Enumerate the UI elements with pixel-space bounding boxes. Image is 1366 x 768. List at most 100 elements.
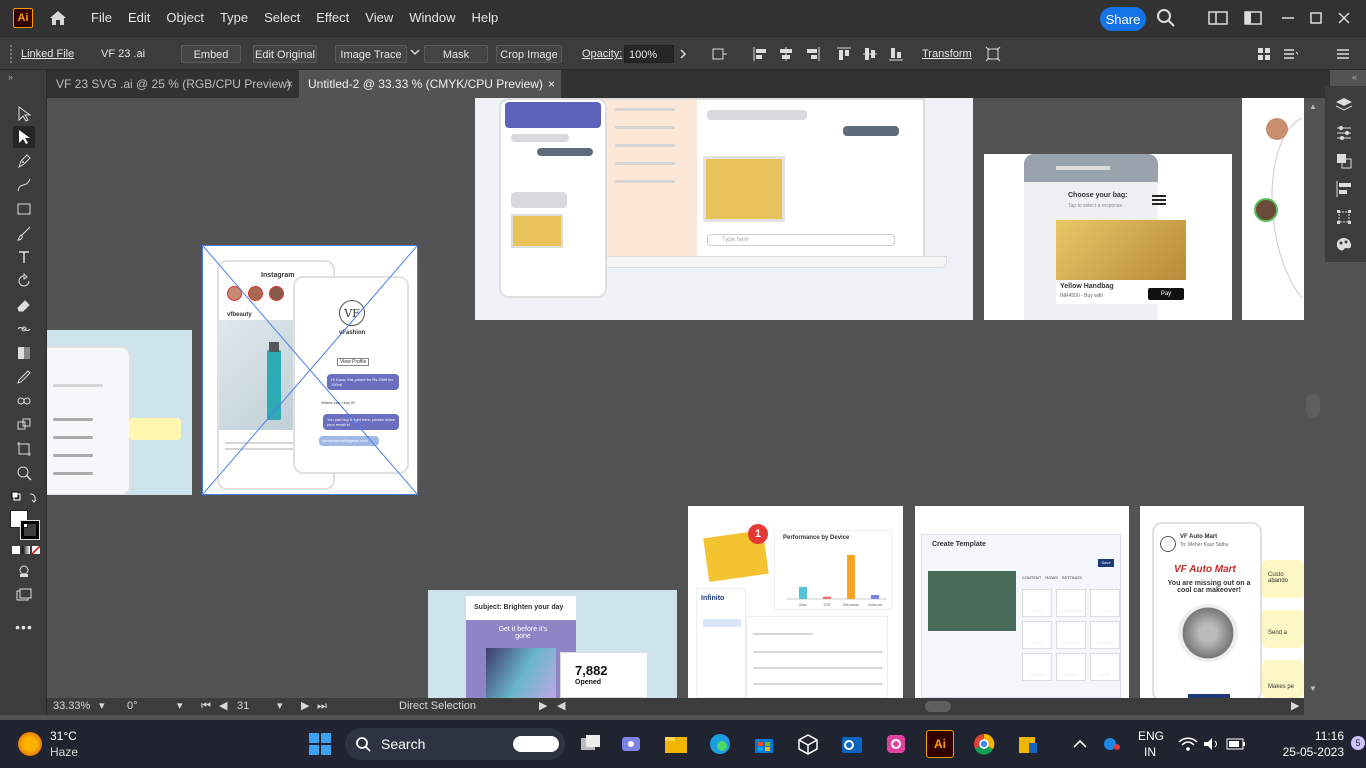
rotate-tool-icon[interactable] xyxy=(13,270,35,292)
weather-haze-icon[interactable] xyxy=(18,732,42,756)
default-colors-icon[interactable] xyxy=(10,488,40,510)
scroll-left-icon[interactable]: ◀ xyxy=(557,700,565,713)
chat-artboard[interactable]: Type here xyxy=(475,98,973,320)
layers-panel-icon[interactable] xyxy=(1335,96,1353,114)
embed-button[interactable]: Embed xyxy=(181,45,241,63)
workspace-layout-icon[interactable] xyxy=(1208,0,1228,36)
microsoft-store-icon[interactable] xyxy=(750,730,778,758)
scroll-right-icon[interactable]: ▶ xyxy=(1291,700,1299,713)
arrange-icon[interactable] xyxy=(1256,46,1272,62)
home-icon[interactable] xyxy=(47,7,69,29)
image-trace-dropdown[interactable] xyxy=(410,45,420,63)
search-icon[interactable] xyxy=(1156,0,1176,36)
isolate-object-icon[interactable] xyxy=(985,46,1001,62)
pathfinder-panel-icon[interactable] xyxy=(1335,152,1353,170)
clock-time[interactable]: 11:16 xyxy=(1288,729,1344,743)
tab-vf23-svg[interactable]: VF 23 SVG .ai @ 25 % (RGB/CPU Preview) × xyxy=(47,70,299,98)
next-artboard-icon[interactable]: ▶ xyxy=(301,700,309,713)
artboard-tool-icon[interactable] xyxy=(13,438,35,460)
align-right-icon[interactable] xyxy=(805,46,821,62)
vertical-scrollbar[interactable]: ▲ ▼ xyxy=(1304,98,1324,698)
minimize-icon[interactable] xyxy=(1281,0,1295,36)
expand-panels-icon[interactable]: « xyxy=(1352,72,1357,82)
properties-options-icon[interactable] xyxy=(1282,46,1298,62)
clock-date[interactable]: 25-05-2023 xyxy=(1256,745,1344,759)
linked-file-link[interactable]: Linked File xyxy=(21,45,74,63)
pen-tool-icon[interactable] xyxy=(13,150,35,172)
crop-image-button[interactable]: Crop Image xyxy=(496,45,562,63)
artboard-number[interactable]: 31 xyxy=(237,700,249,713)
rotation-value[interactable]: 0° xyxy=(127,700,138,713)
control-menu-icon[interactable] xyxy=(1335,46,1351,62)
taskbar-search[interactable]: Search xyxy=(345,728,565,760)
bag-choice-artboard[interactable]: Choose your bag: Tap to select a respons… xyxy=(984,154,1232,320)
opacity-input[interactable]: 100% xyxy=(624,45,674,63)
region-label[interactable]: IN xyxy=(1144,745,1156,759)
previous-artboard-icon[interactable]: ◀ xyxy=(219,700,227,713)
menu-window[interactable]: Window xyxy=(401,0,463,36)
opacity-label[interactable]: Opacity: xyxy=(582,45,622,63)
type-tool-icon[interactable] xyxy=(13,246,35,268)
file-folder-icon[interactable] xyxy=(1014,730,1042,758)
edit-toolbar-icon[interactable]: ••• xyxy=(13,616,35,638)
align-bottom-icon[interactable] xyxy=(888,46,904,62)
edge-browser-icon[interactable] xyxy=(706,730,734,758)
transform-link[interactable]: Transform xyxy=(922,45,972,63)
eyedropper-tool-icon[interactable] xyxy=(13,366,35,388)
selection-tool-icon[interactable] xyxy=(13,103,35,125)
weather-desc[interactable]: Haze xyxy=(50,745,78,759)
automart-artboard[interactable]: VF VF Auto Mart To: Meher Kaur Sidhu VF … xyxy=(1140,506,1304,698)
outlook-icon[interactable] xyxy=(838,730,866,758)
collapse-toolbar-icon[interactable]: » xyxy=(8,72,13,82)
status-menu-icon[interactable]: ▶ xyxy=(539,700,547,713)
eraser-tool-icon[interactable] xyxy=(13,294,35,316)
recolor-artwork-icon[interactable] xyxy=(712,46,728,62)
transform-panel-icon[interactable] xyxy=(1335,208,1353,226)
task-view-icon[interactable] xyxy=(577,730,605,758)
tray-app-icon[interactable] xyxy=(1098,730,1126,758)
arrange-documents-icon[interactable] xyxy=(1244,0,1262,36)
3d-box-app-icon[interactable] xyxy=(794,730,822,758)
image-trace-button[interactable]: Image Trace xyxy=(335,45,407,63)
screen-mode-icon[interactable] xyxy=(13,584,35,606)
draw-mode-icon[interactable] xyxy=(13,560,35,582)
stroke-color-swatch[interactable] xyxy=(20,520,40,540)
properties-panel-icon[interactable] xyxy=(1335,124,1353,142)
color-panel-icon[interactable] xyxy=(1335,236,1353,254)
none-mode-icon[interactable] xyxy=(32,546,40,554)
snipping-tool-icon[interactable] xyxy=(882,730,910,758)
gradient-tool-icon[interactable] xyxy=(13,342,35,364)
chrome-icon[interactable] xyxy=(970,730,998,758)
notification-count-badge[interactable]: 5 xyxy=(1351,736,1365,750)
close-window-icon[interactable] xyxy=(1337,0,1351,36)
align-panel-icon[interactable] xyxy=(1335,180,1353,198)
menu-file[interactable]: File xyxy=(83,0,120,36)
artboard-left-partial[interactable] xyxy=(47,330,192,495)
control-bar-grip[interactable] xyxy=(10,45,14,63)
battery-icon[interactable] xyxy=(1222,730,1250,758)
gradient-mode-icon[interactable] xyxy=(22,546,30,554)
opacity-arrow-icon[interactable] xyxy=(678,45,688,63)
zoom-dropdown-icon[interactable]: ▾ xyxy=(99,700,105,713)
curvature-tool-icon[interactable] xyxy=(13,174,35,196)
menu-effect[interactable]: Effect xyxy=(308,0,357,36)
menu-object[interactable]: Object xyxy=(158,0,212,36)
zoom-level[interactable]: 33.33% xyxy=(53,700,90,713)
canvas-area[interactable]: Instagram vfbeauty VF vFashion View Prof… xyxy=(47,98,1304,698)
instagram-artboard[interactable]: Instagram vfbeauty VF vFashion View Prof… xyxy=(202,245,418,495)
align-middle-icon[interactable] xyxy=(862,46,878,62)
mask-button[interactable]: Mask xyxy=(424,45,488,63)
menu-help[interactable]: Help xyxy=(463,0,506,36)
email-artboard[interactable]: Subject: Brighten your day Get it before… xyxy=(428,590,677,698)
blend-tool-icon[interactable] xyxy=(13,390,35,412)
weather-temp[interactable]: 31°C xyxy=(50,729,77,743)
rectangle-tool-icon[interactable] xyxy=(13,198,35,220)
close-tab-icon[interactable]: × xyxy=(286,70,293,98)
chevron-up-icon[interactable] xyxy=(1066,730,1094,758)
width-tool-icon[interactable] xyxy=(13,318,35,340)
close-tab-icon[interactable]: × xyxy=(548,70,555,98)
maximize-icon[interactable] xyxy=(1309,0,1323,36)
paintbrush-tool-icon[interactable] xyxy=(13,222,35,244)
menu-type[interactable]: Type xyxy=(212,0,256,36)
rotation-dropdown-icon[interactable]: ▾ xyxy=(177,700,183,713)
